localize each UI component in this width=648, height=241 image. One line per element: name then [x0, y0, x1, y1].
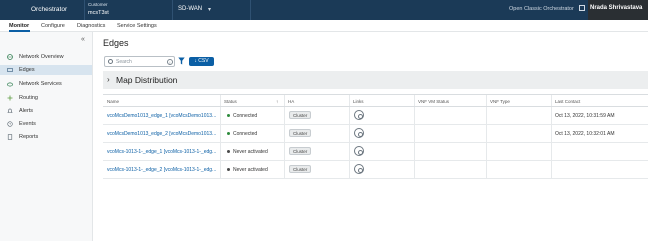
edge-name-link[interactable]: vcoMcsDemo1013_edge_2 [vcoMcsDemo1013...	[107, 131, 218, 137]
search-placeholder: Search	[116, 59, 132, 65]
filter-icon[interactable]	[178, 57, 185, 65]
sidebar-item-label: Events	[19, 121, 36, 127]
column-header-ha[interactable]: HA	[288, 99, 294, 104]
globe-icon	[7, 54, 13, 60]
column-header-vnf-vm-status[interactable]: VNF VM Status	[418, 99, 449, 104]
sidebar-item-alerts[interactable]: Alerts	[0, 106, 92, 116]
search-icon	[108, 59, 113, 64]
column-header-vnf-type[interactable]: VNF Type	[490, 99, 510, 104]
csv-download-button[interactable]: ↓ CSV	[189, 57, 214, 66]
header-divider	[250, 0, 251, 20]
chevron-down-icon: ▾	[208, 7, 212, 13]
status-dot	[227, 114, 230, 117]
links-icon[interactable]	[354, 146, 364, 156]
customer-value: mcsT3st	[88, 10, 109, 16]
map-distribution-toggle[interactable]: › Map Distribution	[103, 71, 648, 89]
table-row[interactable]: vcoMcs-1013-1-_edge_1 [vcoMcs-1013-1-_ed…	[103, 143, 648, 161]
map-distribution-title: Map Distribution	[116, 75, 178, 85]
chevron-right-icon: ›	[107, 75, 110, 84]
sidebar-item-label: Reports	[19, 134, 39, 140]
search-input[interactable]: Search i	[104, 56, 175, 67]
sidebar: « Network Overview Edges Network Service…	[0, 32, 93, 241]
app-brand[interactable]: Orchestrator	[31, 6, 67, 13]
table-row[interactable]: vcoMcsDemo1013_edge_2 [vcoMcsDemo1013...…	[103, 125, 648, 143]
info-icon[interactable]: i	[167, 59, 173, 65]
report-icon	[7, 134, 13, 140]
main-tabs: Monitor Configure Diagnostics Service Se…	[0, 20, 648, 32]
user-menu[interactable]: Nradа Shrivastava	[588, 0, 648, 20]
ha-badge: Cluster	[289, 147, 312, 155]
page-title: Edges	[103, 38, 129, 48]
edges-table: Name Status ↑ HA Links VNF VM Status VNF…	[103, 94, 648, 179]
top-header: Orchestrator Customer mcsT3st SD-WAN ▾ O…	[0, 0, 648, 20]
status-dot	[227, 132, 230, 135]
links-icon[interactable]	[354, 164, 364, 174]
last-contact: Oct 13, 2022, 10:31:59 AM	[555, 113, 615, 119]
column-header-status[interactable]: Status	[224, 99, 237, 104]
status-text: Connected	[233, 113, 258, 119]
edge-name-link[interactable]: vcoMcs-1013-1-_edge_1 [vcoMcs-1013-1-_ed…	[107, 149, 218, 155]
status-dot	[227, 168, 230, 171]
customer-selector[interactable]: Customer mcsT3st	[88, 2, 109, 16]
edge-device-icon	[7, 68, 13, 72]
links-icon[interactable]	[354, 110, 364, 120]
open-classic-link[interactable]: Open Classic Orchestrator	[509, 6, 574, 12]
tab-monitor[interactable]: Monitor	[9, 23, 29, 29]
header-divider	[172, 0, 173, 20]
edge-name-link[interactable]: vcoMcs-1013-1-_edge_2 [vcoMcs-1013-1-_ed…	[107, 167, 218, 173]
collapse-sidebar-icon[interactable]: «	[81, 36, 85, 43]
customer-label: Customer	[88, 2, 108, 7]
status-text: Never activated	[233, 167, 268, 173]
sidebar-item-label: Routing	[19, 95, 38, 101]
bell-icon	[7, 108, 13, 113]
edge-name-link[interactable]: vcoMcsDemo1013_edge_1 [vcoMcsDemo1013...	[107, 113, 218, 119]
sidebar-item-reports[interactable]: Reports	[0, 132, 92, 142]
column-header-name[interactable]: Name	[107, 99, 119, 104]
product-label: SD-WAN	[178, 6, 203, 12]
table-header: Name Status ↑ HA Links VNF VM Status VNF…	[103, 95, 648, 107]
header-divider	[84, 0, 85, 20]
sidebar-item-edges[interactable]: Edges	[0, 65, 92, 75]
tab-configure[interactable]: Configure	[41, 23, 65, 29]
sidebar-item-label: Alerts	[19, 108, 34, 114]
tab-service-settings[interactable]: Service Settings	[117, 23, 157, 29]
status-text: Connected	[233, 131, 258, 137]
column-header-links[interactable]: Links	[353, 99, 364, 104]
ha-badge: Cluster	[289, 111, 312, 119]
ha-badge: Cluster	[289, 129, 312, 137]
links-icon[interactable]	[354, 128, 364, 138]
status-text: Never activated	[233, 149, 268, 155]
tab-diagnostics[interactable]: Diagnostics	[77, 23, 105, 29]
external-link-icon[interactable]	[579, 5, 585, 11]
status-dot	[227, 150, 230, 153]
sidebar-item-network-overview[interactable]: Network Overview	[0, 52, 92, 62]
sidebar-item-events[interactable]: Events	[0, 119, 92, 129]
sidebar-item-label: Network Services	[19, 81, 62, 87]
user-name: Nradа Shrivastava	[590, 5, 643, 11]
last-contact: Oct 13, 2022, 10:32:01 AM	[555, 131, 615, 137]
table-row[interactable]: vcoMcsDemo1013_edge_1 [vcoMcsDemo1013...…	[103, 107, 648, 125]
routing-icon	[7, 95, 13, 101]
sort-arrow-icon[interactable]: ↑	[276, 99, 278, 104]
product-selector[interactable]: SD-WAN ▾	[178, 6, 211, 13]
table-row[interactable]: vcoMcs-1013-1-_edge_2 [vcoMcs-1013-1-_ed…	[103, 161, 648, 179]
history-icon	[7, 121, 13, 127]
sidebar-item-network-services[interactable]: Network Services	[0, 79, 92, 89]
ha-badge: Cluster	[289, 165, 312, 173]
sidebar-item-routing[interactable]: Routing	[0, 93, 92, 103]
sidebar-item-label: Edges	[19, 67, 35, 73]
column-header-last-contact[interactable]: Last Contact	[555, 99, 580, 104]
cloud-icon	[7, 82, 13, 87]
sidebar-item-label: Network Overview	[19, 54, 64, 60]
